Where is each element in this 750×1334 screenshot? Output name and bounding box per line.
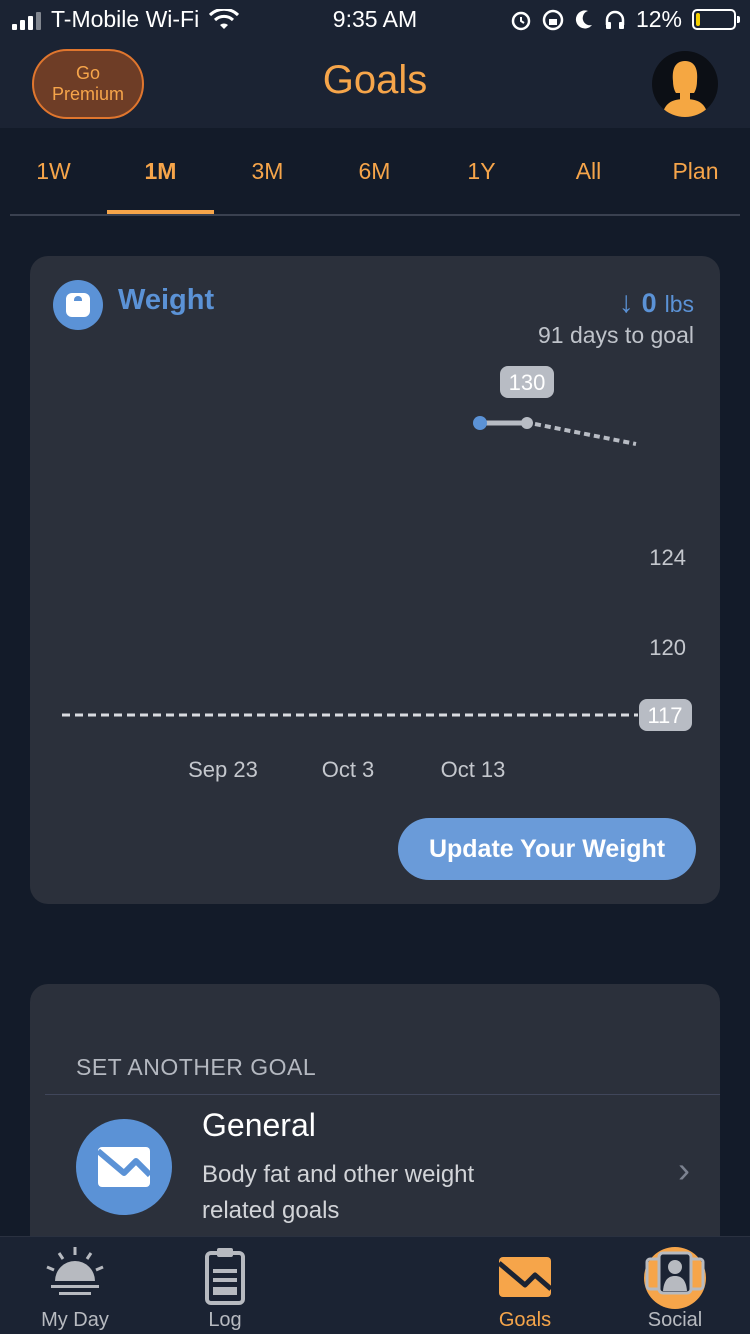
status-bar: T-Mobile Wi-Fi 9:35 AM 12% [0, 0, 750, 40]
current-weight-label: 130 [509, 370, 546, 395]
goal-label: 117 [647, 703, 682, 728]
nav-label: My Day [41, 1309, 109, 1331]
tab-6m[interactable]: 6M [321, 158, 428, 185]
nav-label: Goals [498, 1309, 552, 1331]
tab-all[interactable]: All [535, 158, 642, 185]
bottom-nav: My Day Log Goals Social [0, 1236, 750, 1334]
sunrise-icon [46, 1247, 104, 1295]
status-right: 12% [510, 6, 740, 33]
nav-add[interactable] [300, 1237, 706, 1334]
battery-icon [692, 9, 740, 30]
weight-chart: 117 124 120 Sep 23 Oct 3 Oct 13 130 [62, 366, 692, 782]
y-tick-label: 124 [649, 545, 686, 570]
x-tick-label: Oct 13 [441, 757, 506, 782]
goals-chart-icon [76, 1119, 172, 1215]
alarm-icon [511, 11, 531, 30]
tab-1m[interactable]: 1M [107, 158, 214, 185]
user-avatar-icon [662, 61, 708, 117]
avatar[interactable] [652, 51, 718, 117]
tab-3m[interactable]: 3M [214, 158, 321, 185]
set-goal-heading: SET ANOTHER GOAL [76, 1054, 317, 1080]
range-tabs: 1W 1M 3M 6M 1Y All Plan [0, 128, 750, 216]
nav-log[interactable]: Log [150, 1237, 300, 1334]
moon-icon [575, 9, 592, 28]
chevron-right-icon: › [678, 1149, 690, 1190]
battery-percent: 12% [635, 6, 682, 32]
nav-social[interactable]: Social [600, 1237, 750, 1334]
weight-point[interactable] [473, 416, 487, 430]
x-tick-label: Sep 23 [188, 757, 258, 782]
weight-point[interactable] [521, 417, 533, 429]
goal-item-description: Body fat and other weight related goals [202, 1161, 475, 1224]
update-weight-button[interactable]: Update Your Weight [398, 818, 696, 880]
y-tick-label: 120 [649, 635, 686, 660]
social-people-icon [645, 1251, 705, 1295]
page-title: Goals [322, 58, 428, 102]
clipboard-icon [205, 1248, 245, 1305]
headphones-icon [605, 10, 625, 29]
weight-projection-line [534, 422, 637, 446]
nav-label: Social [647, 1309, 703, 1331]
goal-item-title: General [202, 1107, 316, 1143]
general-goal-row[interactable]: General Body fat and other weight relate… [30, 1095, 720, 1255]
tab-1w[interactable]: 1W [0, 158, 107, 185]
tab-1y[interactable]: 1Y [428, 158, 535, 185]
tabs-divider [10, 214, 740, 216]
tab-plan[interactable]: Plan [642, 158, 749, 185]
goals-chart-icon [497, 1257, 553, 1297]
x-tick-label: Oct 3 [322, 757, 375, 782]
nav-label: Log [208, 1309, 242, 1331]
weight-card: Weight ↓ 0 lbs 91 days to goal 117 124 1… [30, 256, 720, 904]
battery-level [696, 13, 700, 26]
app-header: Go Premium Goals [0, 40, 750, 128]
rotation-lock-icon [542, 9, 564, 30]
nav-goals[interactable]: Goals [450, 1237, 600, 1334]
nav-my-day[interactable]: My Day [0, 1237, 150, 1334]
